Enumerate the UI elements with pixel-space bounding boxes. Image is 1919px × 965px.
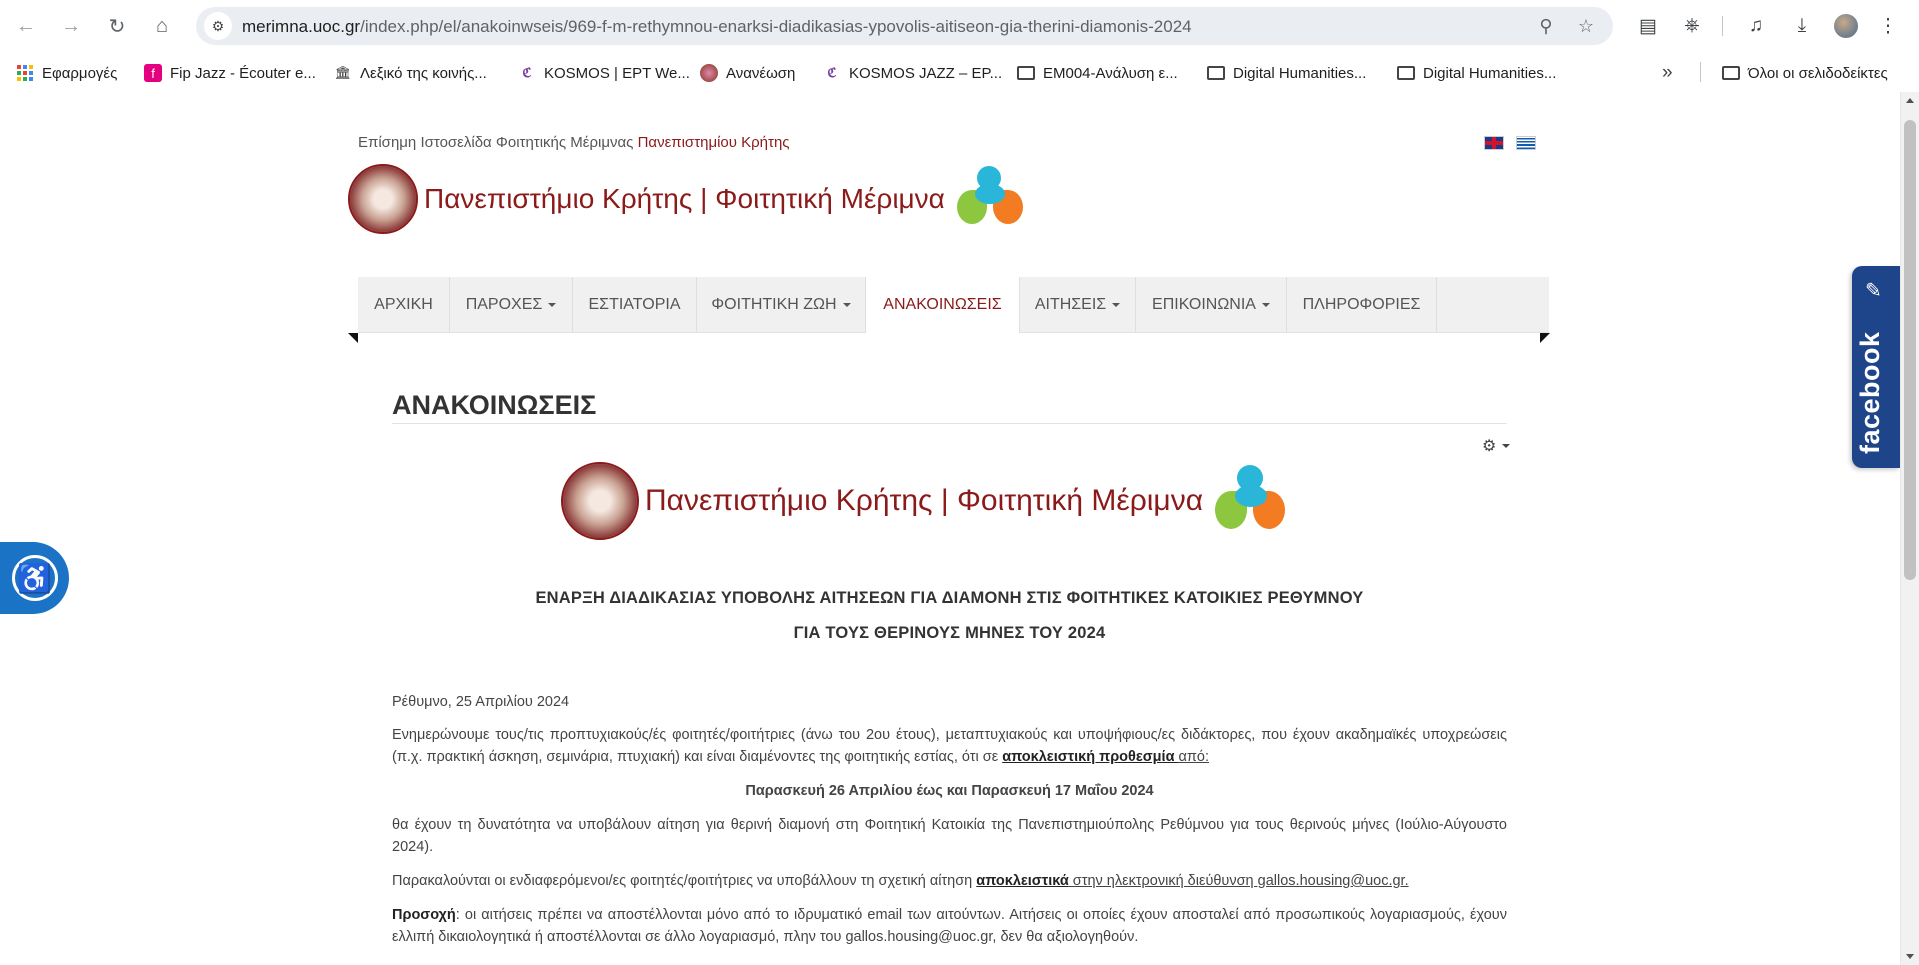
bookmark-apps[interactable]: Εφαρμογές	[16, 62, 117, 84]
nav-item-home[interactable]: ΑΡΧΙΚΗ	[358, 277, 450, 333]
article-tools-dropdown[interactable]: ⚙	[1482, 436, 1511, 456]
lexicon-icon: 🏛	[334, 65, 352, 80]
scroll-up-icon[interactable]	[1906, 98, 1914, 103]
nav-ribbon-right	[1540, 333, 1550, 343]
bookmark-kosmos[interactable]: ℭ KOSMOS | ΕΡΤ We...	[518, 62, 689, 84]
article-paragraph-2: θα έχουν τη δυνατότητα να υποβάλουν αίτη…	[392, 817, 1507, 855]
url-text[interactable]: merimna.uoc.gr/index.php/el/anakoinwseis…	[242, 17, 1192, 37]
nav-item-student-life[interactable]: ΦΟΙΤΗΤΙΚΗ ΖΩΗ	[697, 277, 866, 333]
site-info-icon[interactable]: ⚙	[204, 12, 232, 40]
bookmark-folder-em004[interactable]: EM004-Ανάλυση ε...	[1017, 62, 1178, 84]
bookmark-kosmos-jazz[interactable]: ℭ KOSMOS JAZZ – ΕΡ...	[823, 62, 1002, 84]
article-headline: ΕΝΑΡΞΗ ΔΙΑΔΙΚΑΣΙΑΣ ΥΠΟΒΟΛΗΣ ΑΙΤΗΣΕΩΝ ΓΙΑ…	[535, 589, 1364, 607]
profile-avatar[interactable]	[1834, 14, 1858, 38]
article-paragraph-1: Ενημερώνουμε τους/τις προπτυχιακούς/ές φ…	[392, 727, 1507, 765]
housing-email-link[interactable]: στην ηλεκτρονική διεύθυνση gallos.housin…	[1069, 873, 1409, 889]
browser-toolbar: ← → ↻ ⌂ ⚙ merimna.uoc.gr/index.php/el/an…	[0, 0, 1919, 52]
article-logo: Πανεπιστήμιο Κρήτης | Φοιτητική Μέριμνα	[561, 462, 1291, 540]
title-divider	[392, 423, 1507, 424]
kosmos-icon: ℭ	[522, 65, 532, 80]
ananeosi-icon	[700, 64, 718, 82]
page-scrollbar[interactable]	[1900, 92, 1919, 965]
article-date: Ρέθυμνο, 25 Απριλίου 2024	[392, 694, 570, 710]
nav-item-applications[interactable]: ΑΙΤΗΣΕΙΣ	[1020, 277, 1136, 333]
nav-ribbon-left	[348, 333, 358, 343]
folder-icon	[1207, 64, 1225, 82]
university-seal-icon	[348, 164, 418, 234]
facebook-label: facebook	[1855, 331, 1885, 454]
accessibility-button[interactable]: ♿	[0, 542, 69, 614]
address-bar[interactable]: ⚙ merimna.uoc.gr/index.php/el/anakoinwse…	[196, 7, 1613, 45]
accessibility-icon: ♿	[11, 555, 58, 601]
english-flag-icon[interactable]	[1484, 136, 1504, 150]
zoom-icon[interactable]: ⚲	[1534, 14, 1558, 38]
apps-grid-icon	[16, 64, 34, 82]
merimna-mascot-icon	[1211, 463, 1291, 539]
application-deadline: Παρασκευή 26 Απριλίου έως και Παρασκευή …	[745, 783, 1154, 799]
reading-mode-icon[interactable]: ▤	[1634, 12, 1662, 40]
download-icon[interactable]: ⤓	[1788, 12, 1816, 40]
language-switcher	[1484, 136, 1536, 150]
nav-item-restaurants[interactable]: ΕΣΤΙΑΤΟΡΙΑ	[573, 277, 697, 333]
forward-icon[interactable]: →	[55, 10, 87, 42]
fip-icon: f	[144, 64, 162, 82]
chevron-down-icon	[842, 303, 851, 307]
page-title: ΑΝΑΚΟΙΝΩΣΕΙΣ	[392, 390, 597, 420]
facebook-side-tab[interactable]: ✎ facebook	[1852, 266, 1900, 468]
bookmarks-divider	[1700, 62, 1701, 82]
bookmarks-bar: Εφαρμογές f Fip Jazz - Écouter e... 🏛 Λε…	[0, 52, 1919, 92]
bookmark-all-bookmarks[interactable]: Όλοι οι σελιδοδείκτες	[1722, 62, 1888, 84]
nav-item-announcements[interactable]: ΑΝΑΚΟΙΝΩΣΕΙΣ	[866, 277, 1020, 333]
site-tagline: Επίσημη Ιστοσελίδα Φοιτητικής Μέριμνας Π…	[358, 134, 790, 151]
reload-icon[interactable]: ↻	[101, 10, 133, 42]
university-seal-icon	[561, 462, 639, 540]
kosmos-icon: ℭ	[827, 65, 837, 80]
logo-text: Πανεπιστήμιο Κρήτης | Φοιτητική Μέριμνα	[424, 183, 945, 214]
article-paragraph-4: Προσοχή: οι αιτήσεις πρέπει να αποστέλλο…	[392, 907, 1507, 945]
extensions-icon[interactable]: ⎈	[1678, 12, 1706, 40]
bookmark-fip-jazz[interactable]: f Fip Jazz - Écouter e...	[144, 62, 316, 84]
chevron-down-icon	[1112, 303, 1121, 307]
folder-icon	[1397, 64, 1415, 82]
chevron-down-icon	[548, 303, 557, 307]
menu-kebab-icon[interactable]: ⋮	[1874, 12, 1902, 40]
toolbar-divider	[1722, 16, 1723, 36]
greek-flag-icon[interactable]	[1516, 136, 1536, 150]
back-icon[interactable]: ←	[10, 10, 42, 42]
home-icon[interactable]: ⌂	[146, 10, 178, 42]
bookmark-folder-digital-humanities-2[interactable]: Digital Humanities...	[1397, 62, 1556, 84]
chevron-down-icon	[1502, 444, 1511, 448]
page-viewport: Επίσημη Ιστοσελίδα Φοιτητικής Μέριμνας Π…	[0, 92, 1900, 965]
article-logo-text: Πανεπιστήμιο Κρήτης | Φοιτητική Μέριμνα	[645, 484, 1204, 517]
scrollbar-thumb[interactable]	[1904, 120, 1916, 580]
gear-icon: ⚙	[1482, 438, 1497, 455]
bookmarks-overflow-chevron-icon[interactable]: »	[1662, 62, 1673, 84]
main-navigation: ΑΡΧΙΚΗ ΠΑΡΟΧΕΣ ΕΣΤΙΑΤΟΡΙΑ ΦΟΙΤΗΤΙΚΗ ΖΩΗ …	[358, 277, 1549, 333]
bookmark-folder-digital-humanities-1[interactable]: Digital Humanities...	[1207, 62, 1366, 84]
nav-item-contact[interactable]: ΕΠΙΚΟΙΝΩΝΙΑ	[1136, 277, 1287, 333]
scroll-down-icon[interactable]	[1906, 954, 1914, 959]
bookmark-ananeosi[interactable]: Ανανέωση	[700, 62, 795, 84]
media-control-icon[interactable]: ♫	[1742, 12, 1770, 40]
bookmark-lexicon[interactable]: 🏛 Λεξικό της κοινής...	[334, 62, 487, 84]
folder-icon	[1722, 64, 1740, 82]
article-subheadline: ΓΙΑ ΤΟΥΣ ΘΕΡΙΝΟΥΣ ΜΗΝΕΣ ΤΟΥ 2024	[793, 624, 1106, 642]
chevron-down-icon	[1261, 303, 1270, 307]
bookmark-star-icon[interactable]: ☆	[1574, 14, 1598, 38]
pencil-icon: ✎	[1865, 280, 1882, 302]
nav-item-information[interactable]: ΠΛΗΡΟΦΟΡΙΕΣ	[1287, 277, 1437, 333]
header-logo[interactable]: Πανεπιστήμιο Κρήτης | Φοιτητική Μέριμνα	[348, 164, 1027, 234]
folder-icon	[1017, 64, 1035, 82]
article-paragraph-3: Παρακαλούνται οι ενδιαφερόμενοι/ες φοιτη…	[392, 873, 1409, 889]
nav-item-provisions[interactable]: ΠΑΡΟΧΕΣ	[450, 277, 573, 333]
merimna-mascot-icon	[953, 164, 1027, 234]
